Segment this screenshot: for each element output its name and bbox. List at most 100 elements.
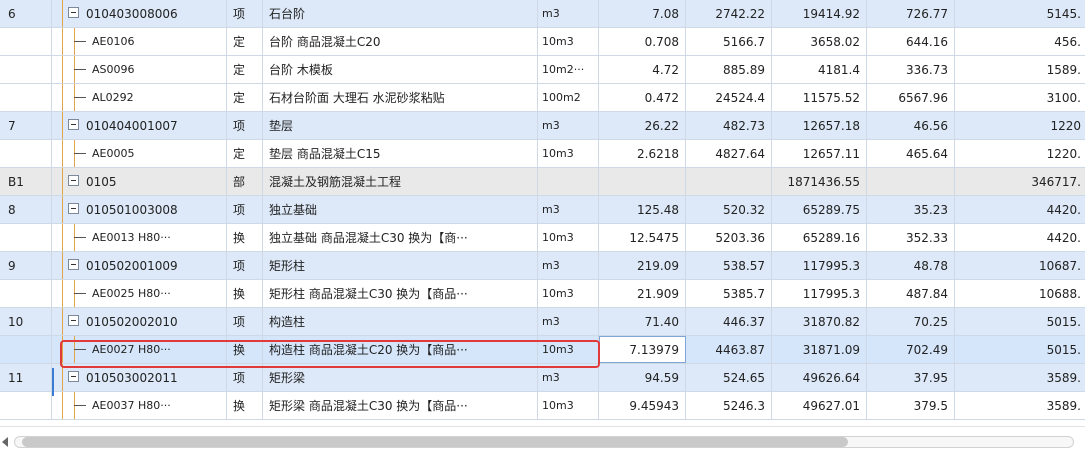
code-cell[interactable]: 010501003008 <box>52 196 227 223</box>
unit-cell[interactable]: m3 <box>538 308 599 335</box>
quantity-cell[interactable]: 125.48 <box>599 196 686 223</box>
quota-row[interactable]: AE0037 H80··· 换矩形梁 商品混凝土C30 换为【商品··· 10m3 9… <box>0 392 1085 420</box>
total-cell[interactable]: 65289.75 <box>772 196 867 223</box>
col-8-cell[interactable]: 336.73 <box>867 56 955 83</box>
unit-price-cell[interactable]: 24524.4 <box>686 84 772 111</box>
kind-cell[interactable]: 定 <box>227 56 263 83</box>
total-cell[interactable]: 12657.11 <box>772 140 867 167</box>
row-number-cell[interactable]: 7 <box>0 112 52 139</box>
col-9-cell[interactable]: 3589. <box>955 364 1085 391</box>
quota-row[interactable]: AL0292 定石材台阶面 大理石 水泥砂浆粘贴 100m2 0.472 24524.4… <box>0 84 1085 112</box>
col-8-cell[interactable]: 37.95 <box>867 364 955 391</box>
unit-cell[interactable]: m3 <box>538 252 599 279</box>
kind-cell[interactable]: 项 <box>227 252 263 279</box>
code-cell[interactable]: AE0025 H80··· <box>52 280 227 307</box>
horizontal-scrollbar[interactable] <box>0 426 1085 455</box>
col-9-cell[interactable]: 1220 <box>955 112 1085 139</box>
quantity-cell[interactable]: 7.08 <box>599 0 686 27</box>
col-8-cell[interactable]: 35.23 <box>867 196 955 223</box>
name-cell[interactable]: 混凝土及钢筋混凝土工程 <box>263 168 538 195</box>
row-number-cell[interactable]: 9 <box>0 252 52 279</box>
col-8-cell[interactable]: 352.33 <box>867 224 955 251</box>
name-cell[interactable]: 构造柱 <box>263 308 538 335</box>
total-cell[interactable]: 31870.82 <box>772 308 867 335</box>
unit-price-cell[interactable]: 4463.87 <box>686 336 772 363</box>
row-number-cell[interactable]: 10 <box>0 308 52 335</box>
unit-cell[interactable]: 10m3 <box>538 224 599 251</box>
name-cell[interactable]: 矩形梁 <box>263 364 538 391</box>
name-cell[interactable]: 台阶 木模板 <box>263 56 538 83</box>
kind-cell[interactable]: 定 <box>227 28 263 55</box>
quota-row[interactable]: AE0106 定台阶 商品混凝土C20 10m3 0.708 5166.7 3658.02… <box>0 28 1085 56</box>
name-cell[interactable]: 石台阶 <box>263 0 538 27</box>
col-8-cell[interactable]: 48.78 <box>867 252 955 279</box>
kind-cell[interactable]: 项 <box>227 0 263 27</box>
unit-cell[interactable]: m3 <box>538 112 599 139</box>
collapse-minus-icon[interactable] <box>68 315 79 326</box>
quantity-cell[interactable] <box>599 168 686 195</box>
total-cell[interactable]: 49626.64 <box>772 364 867 391</box>
col-8-cell[interactable]: 465.64 <box>867 140 955 167</box>
col-9-cell[interactable]: 5015. <box>955 308 1085 335</box>
col-9-cell[interactable]: 3589. <box>955 392 1085 419</box>
item-row[interactable]: 6 010403008006 项石台阶 m3 7.08 2742.22 19414.92 72… <box>0 0 1085 28</box>
kind-cell[interactable]: 换 <box>227 392 263 419</box>
total-cell[interactable]: 117995.3 <box>772 252 867 279</box>
quota-row[interactable]: AE0027 H80··· 换构造柱 商品混凝土C20 换为【商品··· 10m3 7… <box>0 336 1085 364</box>
collapse-minus-icon[interactable] <box>68 203 79 214</box>
quantity-cell[interactable]: 7.13979 <box>599 336 686 363</box>
collapse-minus-icon[interactable] <box>68 119 79 130</box>
item-row[interactable]: 9 010502001009 项矩形柱 m3 219.09 538.57 117995.3 4… <box>0 252 1085 280</box>
row-number-cell[interactable]: 8 <box>0 196 52 223</box>
col-9-cell[interactable]: 4420. <box>955 224 1085 251</box>
unit-price-cell[interactable]: 446.37 <box>686 308 772 335</box>
row-number-cell[interactable] <box>0 280 52 307</box>
kind-cell[interactable]: 部 <box>227 168 263 195</box>
name-cell[interactable]: 矩形柱 <box>263 252 538 279</box>
kind-cell[interactable]: 项 <box>227 364 263 391</box>
scrollbar-thumb[interactable] <box>22 437 848 447</box>
name-cell[interactable]: 独立基础 商品混凝土C30 换为【商··· <box>263 224 538 251</box>
kind-cell[interactable]: 项 <box>227 308 263 335</box>
code-cell[interactable]: 010502002010 <box>52 308 227 335</box>
section-row[interactable]: B1 0105 部混凝土及钢筋混凝土工程 1871436.55 346717. <box>0 168 1085 196</box>
total-cell[interactable]: 49627.01 <box>772 392 867 419</box>
total-cell[interactable]: 11575.52 <box>772 84 867 111</box>
quantity-cell[interactable]: 219.09 <box>599 252 686 279</box>
name-cell[interactable]: 垫层 <box>263 112 538 139</box>
code-cell[interactable]: AE0027 H80··· <box>52 336 227 363</box>
quantity-cell[interactable]: 71.40 <box>599 308 686 335</box>
col-8-cell[interactable]: 726.77 <box>867 0 955 27</box>
collapse-minus-icon[interactable] <box>68 175 79 186</box>
unit-price-cell[interactable]: 4827.64 <box>686 140 772 167</box>
unit-cell[interactable]: 10m2··· <box>538 56 599 83</box>
row-number-cell[interactable] <box>0 28 52 55</box>
col-9-cell[interactable]: 3100. <box>955 84 1085 111</box>
kind-cell[interactable]: 定 <box>227 140 263 167</box>
item-row[interactable]: 8 010501003008 项独立基础 m3 125.48 520.32 65289.75… <box>0 196 1085 224</box>
unit-cell[interactable]: m3 <box>538 0 599 27</box>
quantity-cell[interactable]: 0.708 <box>599 28 686 55</box>
row-number-cell[interactable] <box>0 336 52 363</box>
total-cell[interactable]: 19414.92 <box>772 0 867 27</box>
row-number-cell[interactable] <box>0 56 52 83</box>
quantity-cell[interactable]: 9.45943 <box>599 392 686 419</box>
total-cell[interactable]: 31871.09 <box>772 336 867 363</box>
name-cell[interactable]: 矩形柱 商品混凝土C30 换为【商品··· <box>263 280 538 307</box>
code-cell[interactable]: AL0292 <box>52 84 227 111</box>
collapse-minus-icon[interactable] <box>68 7 79 18</box>
quantity-cell[interactable]: 26.22 <box>599 112 686 139</box>
kind-cell[interactable]: 换 <box>227 224 263 251</box>
col-9-cell[interactable]: 456. <box>955 28 1085 55</box>
quantity-cell[interactable]: 2.6218 <box>599 140 686 167</box>
scroll-left-arrow-icon[interactable] <box>2 437 8 447</box>
unit-cell[interactable]: 10m3 <box>538 140 599 167</box>
row-number-cell[interactable]: 6 <box>0 0 52 27</box>
collapse-minus-icon[interactable] <box>68 371 79 382</box>
quantity-cell[interactable]: 4.72 <box>599 56 686 83</box>
row-number-cell[interactable] <box>0 140 52 167</box>
row-number-cell[interactable] <box>0 224 52 251</box>
code-cell[interactable]: 010502001009 <box>52 252 227 279</box>
kind-cell[interactable]: 换 <box>227 280 263 307</box>
name-cell[interactable]: 石材台阶面 大理石 水泥砂浆粘贴 <box>263 84 538 111</box>
